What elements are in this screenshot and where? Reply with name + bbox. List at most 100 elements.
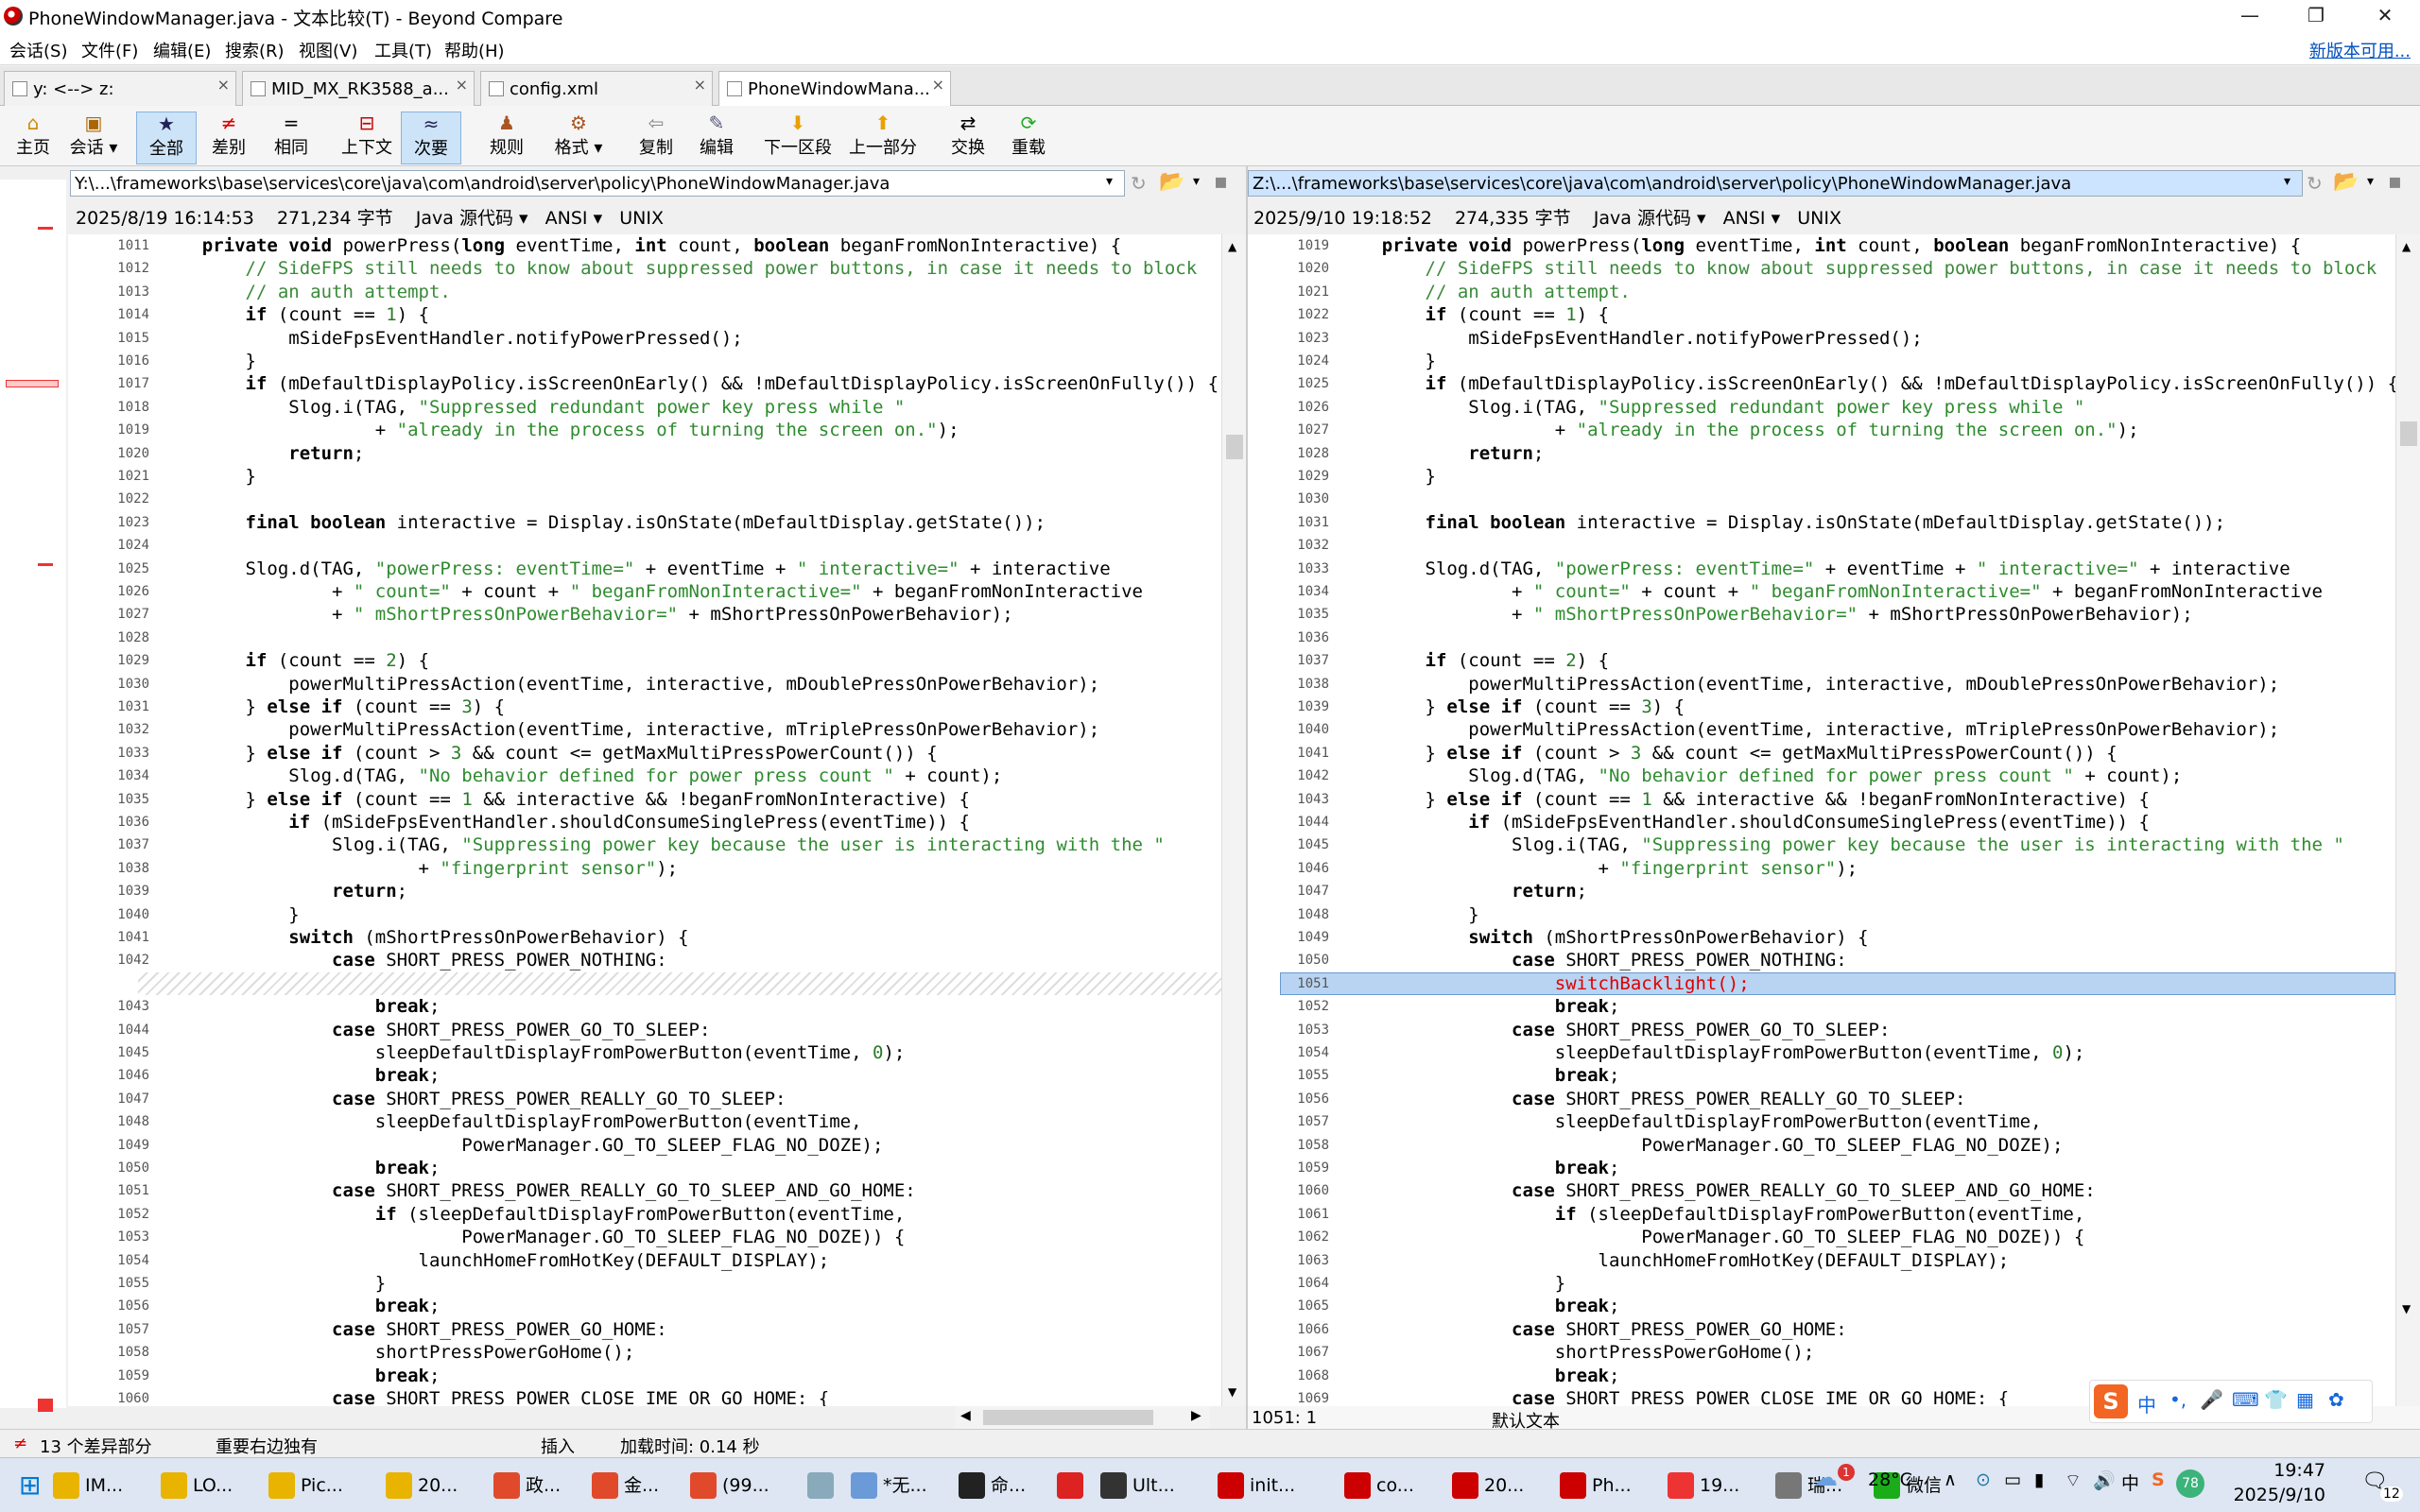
taskbar-item[interactable]: 19... <box>1662 1468 1768 1503</box>
code-line[interactable]: 1035 } else if (count == 1 && interactiv… <box>68 788 1221 811</box>
chevron-down-icon[interactable]: ▾ <box>1106 174 1113 189</box>
close-icon[interactable]: × <box>694 76 706 94</box>
code-line[interactable]: 1047 case SHORT_PRESS_POWER_REALLY_GO_TO… <box>68 1088 1221 1110</box>
microphone-icon[interactable]: 🎤 <box>2200 1388 2223 1411</box>
code-line[interactable]: 1011 private void powerPress(long eventT… <box>68 234 1221 257</box>
rules-button[interactable]: ♟ 规则 <box>478 112 535 164</box>
code-line[interactable]: 1026 + " count=" + count + " beganFromNo… <box>68 580 1221 603</box>
code-line[interactable]: 1046 break; <box>68 1064 1221 1087</box>
code-line[interactable]: 1052 break; <box>1248 995 2395 1018</box>
code-line[interactable]: 1023 mSideFpsEventHandler.notifyPowerPre… <box>1248 327 2395 350</box>
code-line[interactable]: 1041 switch (mShortPressOnPowerBehavior)… <box>68 926 1221 949</box>
left-code-pane[interactable]: 1011 private void powerPress(long eventT… <box>68 234 1221 1406</box>
prev-section-button[interactable]: ⬆ 上一部分 <box>845 112 921 164</box>
tab-phonewindowmanager[interactable]: PhoneWindowMana... × <box>718 71 951 107</box>
code-line[interactable]: 1048 } <box>1248 903 2395 926</box>
code-line[interactable]: 1050 case SHORT_PRESS_POWER_NOTHING: <box>1248 949 2395 971</box>
menu-view[interactable]: 视图(V) <box>299 38 357 62</box>
right-vertical-scrollbar[interactable]: ▲ ▼ <box>2395 234 2420 1406</box>
code-line[interactable]: 1027 + " mShortPressOnPowerBehavior=" + … <box>68 603 1221 626</box>
scroll-up-icon[interactable]: ▲ <box>1228 240 1236 253</box>
code-line[interactable]: 1057 sleepDefaultDisplayFromPowerButton(… <box>1248 1110 2395 1133</box>
save-icon[interactable]: ▪ <box>1214 170 1228 194</box>
encoding-select[interactable]: ANSI <box>1723 208 1766 229</box>
code-line[interactable]: 1012 // SideFPS still needs to know abou… <box>68 257 1221 280</box>
menu-edit[interactable]: 编辑(E) <box>153 38 211 62</box>
code-line[interactable]: 1040 } <box>68 903 1221 926</box>
code-line[interactable]: 1037 Slog.i(TAG, "Suppressing power key … <box>68 833 1221 856</box>
chinese-mode-icon[interactable]: 中 <box>2137 1390 2156 1418</box>
show-all-button[interactable]: ★ 全部 <box>136 112 197 164</box>
code-line[interactable]: 1031 final boolean interactive = Display… <box>1248 511 2395 534</box>
keyboard-icon[interactable]: ⌨ <box>2232 1388 2259 1411</box>
sogou-logo-icon[interactable]: S <box>2094 1384 2128 1418</box>
scroll-left-icon[interactable]: ◀ <box>960 1408 971 1423</box>
tab-config-xml[interactable]: config.xml × <box>480 71 713 106</box>
new-version-link[interactable]: 新版本可用... <box>2309 38 2411 62</box>
chevron-down-icon[interactable]: ▾ <box>2367 174 2374 189</box>
code-line[interactable]: 1053 case SHORT_PRESS_POWER_GO_TO_SLEEP: <box>1248 1019 2395 1041</box>
code-line[interactable]: 1021 } <box>68 465 1221 488</box>
code-line[interactable]: 1053 PowerManager.GO_TO_SLEEP_FLAG_NO_DO… <box>68 1226 1221 1248</box>
code-line[interactable]: 1021 // an auth attempt. <box>1248 281 2395 303</box>
code-line[interactable]: 1049 switch (mShortPressOnPowerBehavior)… <box>1248 926 2395 949</box>
open-folder-icon[interactable]: 📂 <box>1159 170 1184 194</box>
taskbar-item[interactable]: Ult... <box>1095 1468 1210 1503</box>
punctuation-icon[interactable]: •, <box>2169 1388 2187 1411</box>
home-button[interactable]: ⌂ 主页 <box>8 112 59 164</box>
tab-mid-mx[interactable]: MID_MX_RK3588_a... × <box>242 71 475 106</box>
show-same-button[interactable]: = 相同 <box>263 112 320 164</box>
language-select[interactable]: Java 源代码 <box>1594 208 1691 229</box>
menu-search[interactable]: 搜索(R) <box>225 38 285 62</box>
chevron-up-icon[interactable]: ∧ <box>1944 1469 1957 1490</box>
history-icon[interactable]: ↻ <box>2307 172 2323 195</box>
code-line[interactable]: 1037 if (count == 2) { <box>1248 649 2395 672</box>
ime-toolbar[interactable]: S 中 •, 🎤 ⌨ 👕 ▦ ✿ <box>2089 1380 2373 1423</box>
code-line[interactable]: 1064 } <box>1248 1272 2395 1295</box>
code-line[interactable]: 1065 break; <box>1248 1295 2395 1317</box>
code-line[interactable]: 1036 if (mSideFpsEventHandler.shouldCons… <box>68 811 1221 833</box>
code-line[interactable]: 1024 } <box>1248 350 2395 372</box>
code-line[interactable]: 1040 powerMultiPressAction(eventTime, in… <box>1248 718 2395 741</box>
code-line[interactable]: 1066 case SHORT_PRESS_POWER_GO_HOME: <box>1248 1318 2395 1341</box>
taskbar-item[interactable]: IM... <box>47 1468 153 1503</box>
taskbar-item[interactable]: co... <box>1339 1468 1444 1503</box>
code-line[interactable]: 1042 Slog.d(TAG, "No behavior defined fo… <box>1248 765 2395 787</box>
code-line[interactable]: 1062 PowerManager.GO_TO_SLEEP_FLAG_NO_DO… <box>1248 1226 2395 1248</box>
code-line[interactable]: 1039 return; <box>68 880 1221 902</box>
minor-button[interactable]: ≈ 次要 <box>401 112 461 164</box>
minimize-button[interactable]: — <box>2217 0 2283 31</box>
code-line[interactable]: 1055 break; <box>1248 1064 2395 1087</box>
save-icon[interactable]: ▪ <box>2388 170 2402 194</box>
taskbar-item[interactable]: Ph... <box>1554 1468 1660 1503</box>
code-line[interactable]: 1039 } else if (count == 3) { <box>1248 696 2395 718</box>
menu-tools[interactable]: 工具(T) <box>374 38 432 62</box>
right-path-field[interactable]: Z:\...\frameworks\base\services\core\jav… <box>1248 170 2303 197</box>
context-button[interactable]: ⊟ 上下文 <box>337 112 397 164</box>
left-horizontal-scrollbar[interactable]: ◀ ▶ <box>955 1406 1210 1429</box>
code-line[interactable]: 1045 sleepDefaultDisplayFromPowerButton(… <box>68 1041 1221 1064</box>
eol-select[interactable]: UNIX <box>619 208 664 229</box>
code-line[interactable]: 1049 PowerManager.GO_TO_SLEEP_FLAG_NO_DO… <box>68 1134 1221 1157</box>
scroll-up-icon[interactable]: ▲ <box>2402 240 2411 253</box>
code-line[interactable]: 1025 Slog.d(TAG, "powerPress: eventTime=… <box>68 558 1221 580</box>
security-tray-icon[interactable]: 78 <box>2176 1469 2204 1498</box>
scrollbar-thumb[interactable] <box>2400 421 2417 446</box>
scrollbar-thumb[interactable] <box>1226 435 1243 459</box>
code-line[interactable]: 1036 <box>1248 627 2395 649</box>
toolbox-icon[interactable]: ✿ <box>2328 1388 2344 1411</box>
diff-overview[interactable] <box>0 180 66 1412</box>
scroll-right-icon[interactable]: ▶ <box>1191 1408 1201 1423</box>
code-line[interactable]: 1019 private void powerPress(long eventT… <box>1248 234 2395 257</box>
scroll-down-icon[interactable]: ▼ <box>1228 1385 1236 1399</box>
code-line[interactable]: 1054 sleepDefaultDisplayFromPowerButton(… <box>1248 1041 2395 1064</box>
code-line[interactable]: 1054 launchHomeFromHotKey(DEFAULT_DISPLA… <box>68 1249 1221 1272</box>
menu-help[interactable]: 帮助(H) <box>444 38 505 62</box>
code-line[interactable]: 1031 } else if (count == 3) { <box>68 696 1221 718</box>
code-line[interactable]: 1019 + "already in the process of turnin… <box>68 419 1221 441</box>
scroll-down-icon[interactable]: ▼ <box>2402 1302 2411 1315</box>
chevron-down-icon[interactable]: ▾ <box>2284 174 2290 189</box>
code-line[interactable]: 1057 case SHORT_PRESS_POWER_GO_HOME: <box>68 1318 1221 1341</box>
close-icon[interactable]: × <box>456 76 468 94</box>
taskbar-item[interactable] <box>802 1468 843 1503</box>
